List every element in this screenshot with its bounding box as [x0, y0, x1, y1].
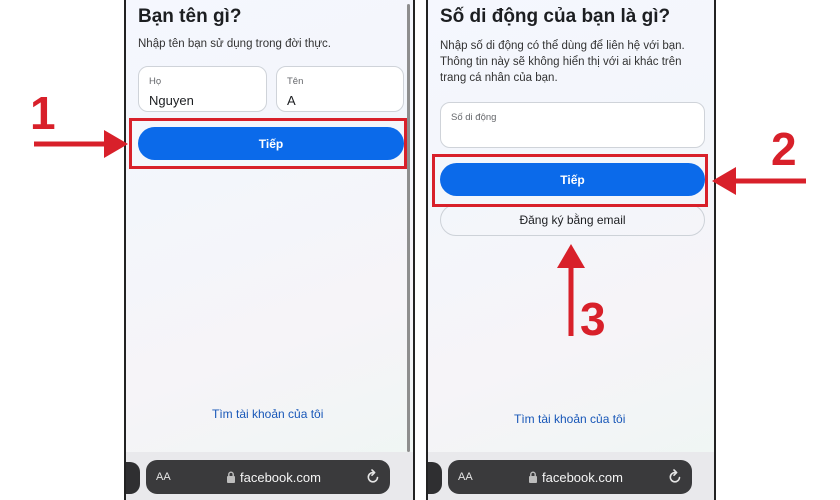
- arrow-step-3: [557, 244, 585, 336]
- arrow-step-1: [34, 130, 128, 158]
- annotation-arrows: [34, 130, 806, 336]
- arrow-step-2: [712, 167, 806, 195]
